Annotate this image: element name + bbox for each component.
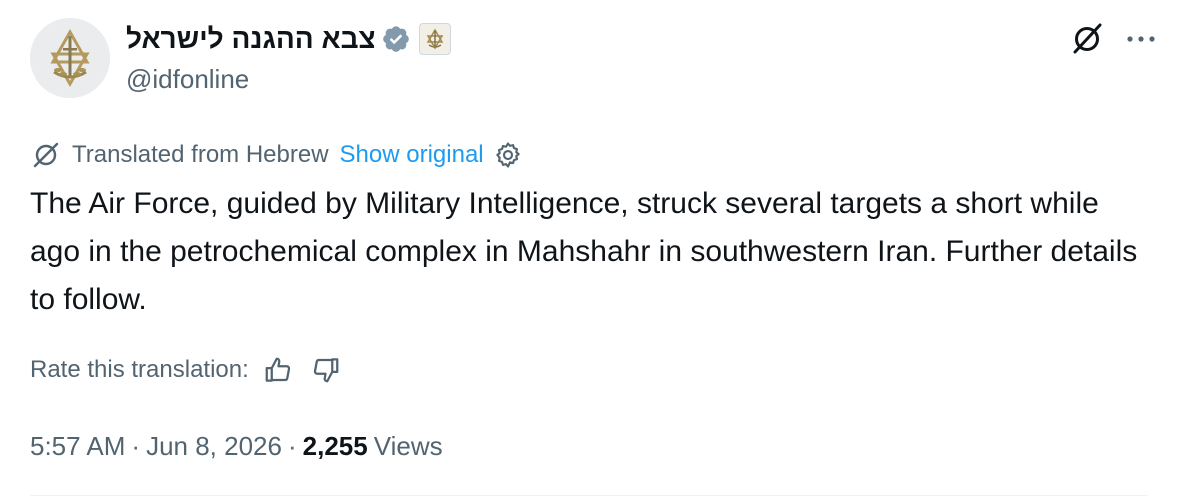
verified-badge-icon[interactable] bbox=[381, 24, 411, 54]
more-horizontal-icon bbox=[1127, 36, 1155, 42]
show-original-link[interactable]: Show original bbox=[340, 138, 484, 172]
idf-emblem-small-icon bbox=[426, 28, 443, 50]
translation-notice: Translated from Hebrew Show original bbox=[30, 138, 523, 172]
affiliate-badge[interactable] bbox=[418, 23, 451, 55]
rate-translation-label: Rate this translation: bbox=[30, 356, 249, 383]
tweet-time[interactable]: 5:57 AM bbox=[30, 431, 125, 462]
meta-separator: · bbox=[287, 430, 297, 461]
idf-emblem-icon bbox=[30, 18, 110, 98]
author-display-name[interactable]: צבא ההגנה לישראל bbox=[126, 20, 376, 58]
views-count: 2,255 bbox=[302, 430, 368, 461]
thumbs-up-icon[interactable] bbox=[263, 355, 293, 385]
divider bbox=[30, 495, 1148, 496]
gear-icon[interactable] bbox=[493, 140, 523, 170]
avatar[interactable] bbox=[30, 18, 110, 98]
author-name-row: צבא ההגנה לישראל bbox=[126, 20, 451, 58]
meta-separator: · bbox=[131, 430, 141, 461]
views-label: Views bbox=[373, 430, 443, 461]
tweet-meta: 5:57 AM · Jun 8, 2026 · 2,255 Views bbox=[30, 428, 443, 464]
more-options-button[interactable] bbox=[1124, 22, 1158, 56]
translated-from-label: Translated from Hebrew bbox=[72, 141, 329, 168]
author-handle[interactable]: @idfonline bbox=[126, 62, 249, 96]
tweet-text: The Air Force, guided by Military Intell… bbox=[30, 187, 1138, 316]
grok-icon[interactable] bbox=[1068, 20, 1106, 58]
grok-translate-icon bbox=[33, 142, 59, 168]
thumbs-down-icon[interactable] bbox=[311, 355, 341, 385]
rate-translation-row: Rate this translation: bbox=[30, 352, 341, 388]
tweet-date[interactable]: Jun 8, 2026 bbox=[146, 431, 282, 462]
